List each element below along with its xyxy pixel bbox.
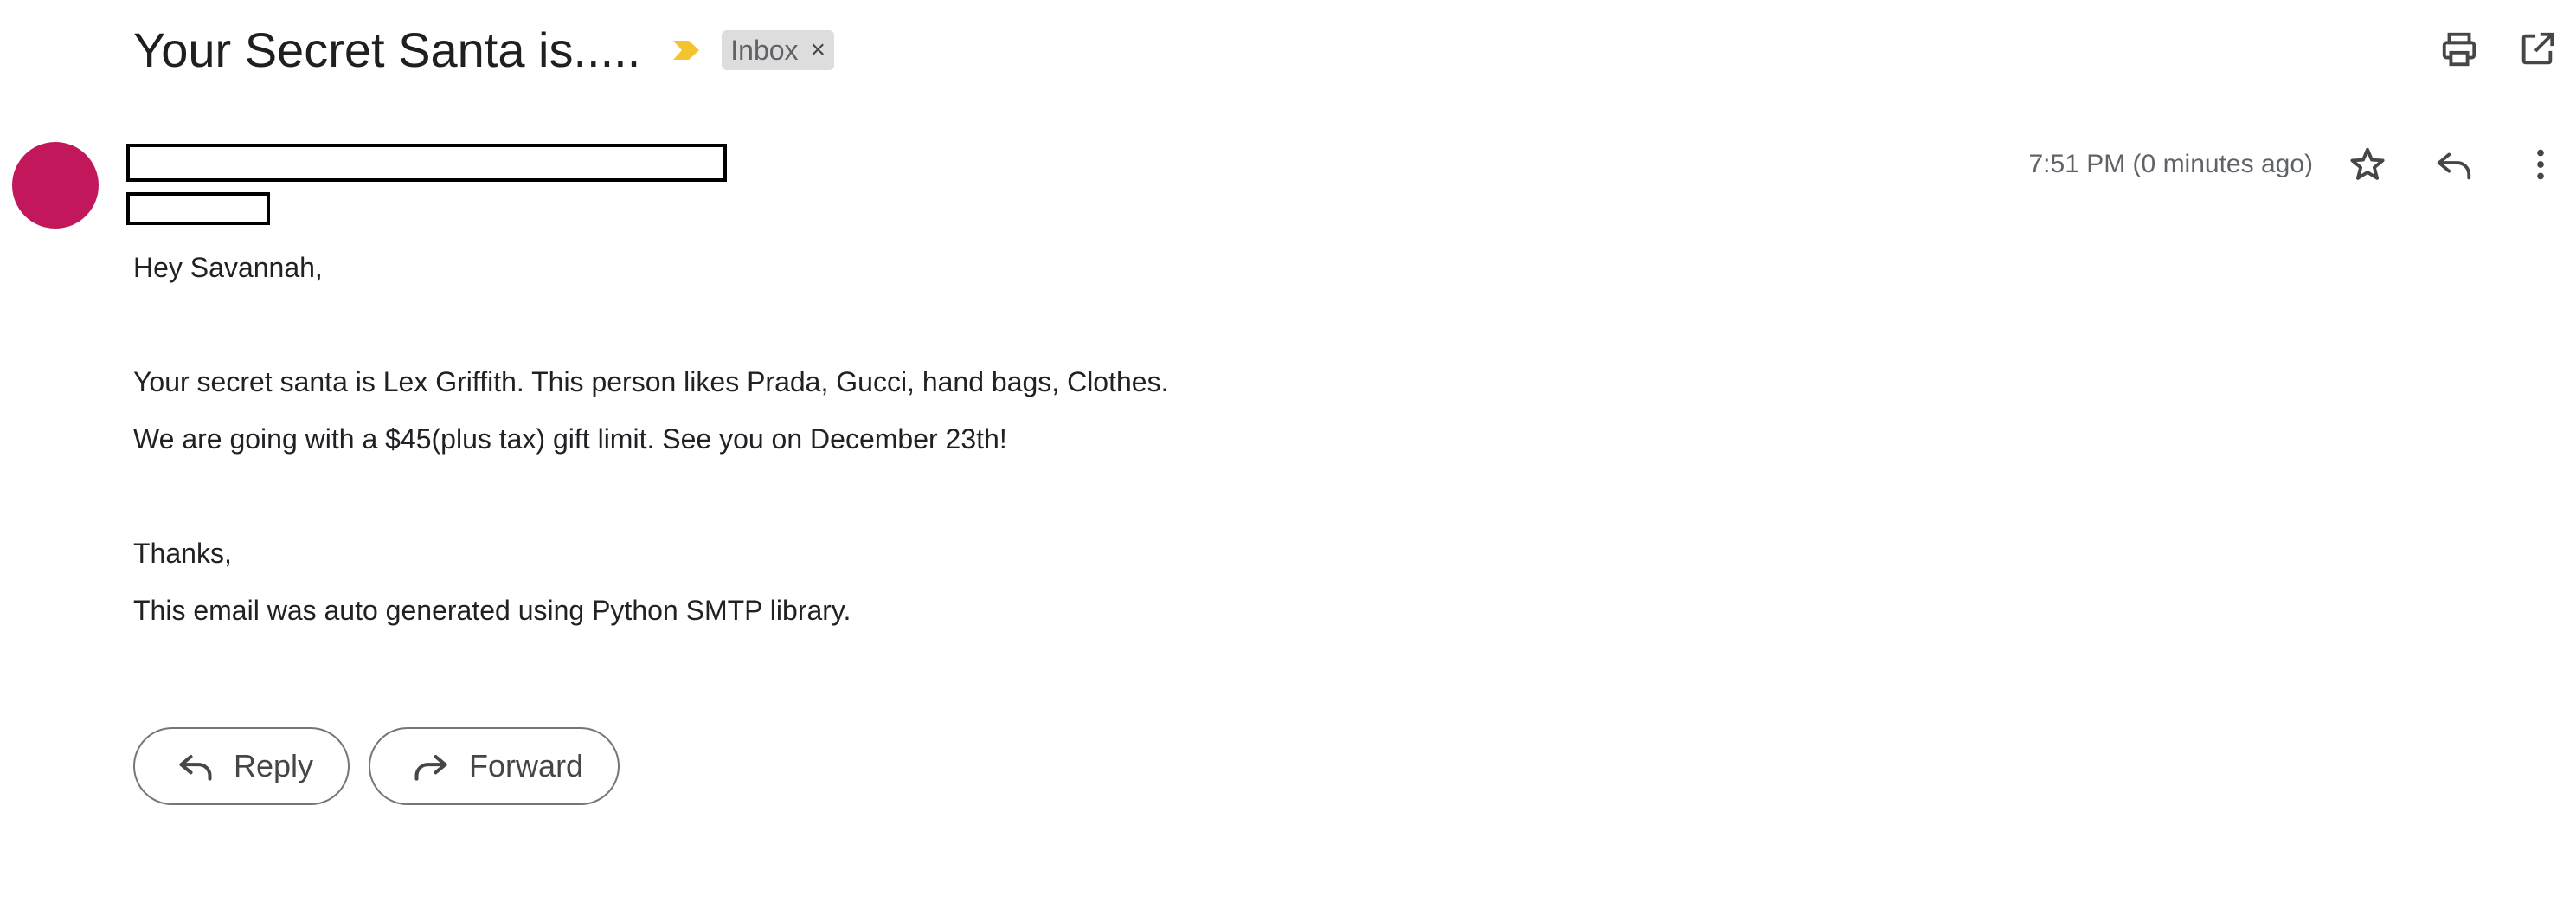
reply-icon[interactable]: [2434, 145, 2474, 184]
body-signoff: Thanks,: [133, 538, 232, 569]
sender-avatar[interactable]: [12, 142, 99, 229]
reply-button-label: Reply: [234, 748, 314, 783]
subject-row: Your Secret Santa is..... Inbox ×: [133, 19, 835, 81]
body-footer: This email was auto generated using Pyth…: [133, 595, 851, 626]
sender-name-redacted: [126, 144, 727, 182]
open-in-new-window-icon[interactable]: [2517, 29, 2557, 69]
remove-label-button[interactable]: ×: [811, 37, 826, 63]
thread-actions: [2439, 29, 2557, 69]
reply-icon: [179, 754, 212, 781]
body-line-1: Your secret santa is Lex Griffith. This …: [133, 366, 1169, 397]
reply-forward-actions: Reply Forward: [133, 727, 620, 805]
email-view: Your Secret Santa is..... Inbox × 7:51 P…: [0, 0, 2576, 922]
forward-icon: [414, 754, 447, 781]
star-icon[interactable]: [2348, 145, 2387, 184]
forward-button-label: Forward: [469, 748, 584, 783]
forward-button[interactable]: Forward: [369, 727, 620, 805]
message-body: Hey Savannah, Your secret santa is Lex G…: [133, 239, 1168, 639]
email-subject: Your Secret Santa is.....: [133, 23, 641, 77]
print-icon[interactable]: [2439, 29, 2479, 69]
sender-email-redacted: [126, 192, 270, 225]
message-timestamp: 7:51 PM (0 minutes ago): [2028, 150, 2314, 178]
message-actions: 7:51 PM (0 minutes ago): [2029, 140, 2576, 189]
label-chip-inbox: Inbox ×: [722, 30, 835, 70]
body-line-2: We are going with a $45(plus tax) gift l…: [133, 423, 1007, 455]
more-vertical-icon[interactable]: [2521, 145, 2560, 184]
body-greeting: Hey Savannah,: [133, 252, 323, 283]
reply-button[interactable]: Reply: [133, 727, 350, 805]
importance-marker-icon[interactable]: [671, 35, 701, 65]
label-chip-text: Inbox: [730, 34, 799, 66]
